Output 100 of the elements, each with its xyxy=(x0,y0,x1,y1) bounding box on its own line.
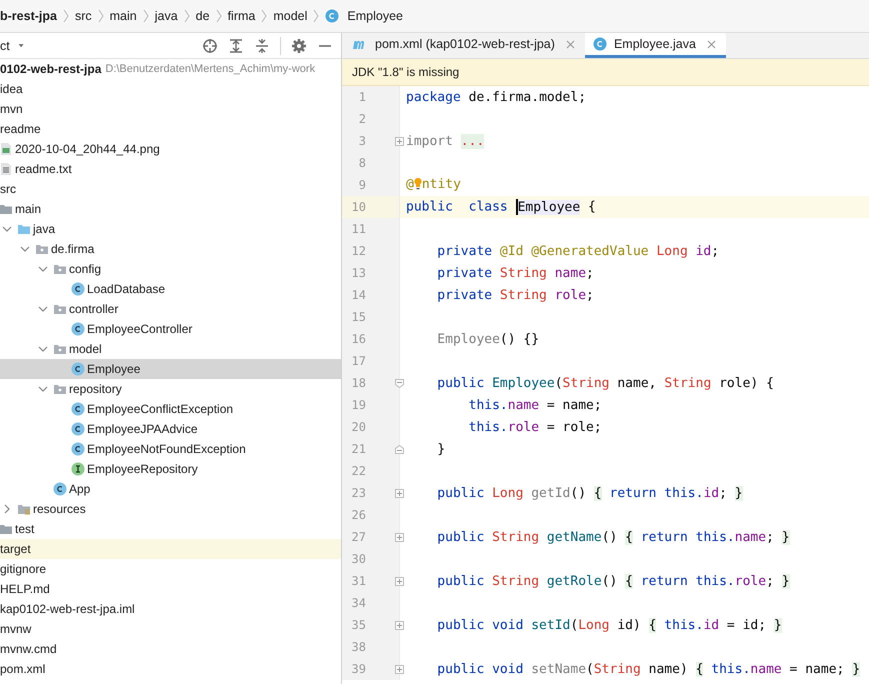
breadcrumb-item[interactable]: src xyxy=(74,9,92,23)
code-line: this.role = role; xyxy=(468,420,602,434)
tree-row[interactable]: mvnw.cmd xyxy=(0,639,341,659)
tree-item-label: EmployeeController xyxy=(87,322,192,336)
tree-row[interactable]: EmployeeController xyxy=(0,319,341,339)
tree-row[interactable]: readme.txt xyxy=(0,159,341,179)
breadcrumb-item[interactable]: java xyxy=(154,9,178,23)
tree-row[interactable]: main xyxy=(0,199,341,219)
source-folder-icon xyxy=(17,222,31,236)
tree-row[interactable]: HELP.md xyxy=(0,579,341,599)
tree-item-label: config xyxy=(69,262,102,276)
line-number: 8 xyxy=(358,156,366,170)
expand-all-icon[interactable] xyxy=(228,38,244,54)
line-number: 23 xyxy=(350,486,366,500)
tree-row[interactable]: pom.xml xyxy=(0,659,341,679)
chevron-down-icon[interactable] xyxy=(38,304,48,314)
tree-row[interactable]: EmployeeNotFoundException xyxy=(0,439,341,459)
fold-end-icon[interactable] xyxy=(395,444,404,454)
breadcrumb-item[interactable]: model xyxy=(273,9,308,23)
tree-row[interactable]: kap0102-web-rest-jpa.iml xyxy=(0,599,341,619)
breadcrumb-separator-icon xyxy=(62,9,69,23)
tree-item-label: EmployeeNotFoundException xyxy=(87,442,246,456)
tree-row[interactable]: test xyxy=(0,519,341,539)
project-path: D:\Benutzerdaten\Mertens_Achim\my-work xyxy=(105,63,316,75)
chevron-down-icon[interactable] xyxy=(38,384,48,394)
chevron-right-icon[interactable] xyxy=(2,504,12,514)
tree-row[interactable]: gitignore xyxy=(0,559,341,579)
collapse-all-icon[interactable] xyxy=(254,38,270,54)
tree-item-label: controller xyxy=(69,302,118,316)
crosshair-icon[interactable] xyxy=(202,38,218,54)
tree-row[interactable]: de.firma xyxy=(0,239,341,259)
close-icon[interactable] xyxy=(566,40,575,48)
tree-row[interactable]: LoadDatabase xyxy=(0,279,341,299)
tree-item-label: idea xyxy=(0,82,23,96)
breadcrumb-item[interactable]: Employee xyxy=(347,9,403,23)
interface-icon xyxy=(71,462,85,476)
code-line: public Employee(String name, String role) { xyxy=(436,376,774,390)
resource-folder-icon xyxy=(17,502,31,516)
class-icon xyxy=(71,322,85,336)
tree-row[interactable]: mvn xyxy=(0,99,341,119)
tree-row[interactable]: App xyxy=(0,479,341,499)
tree-row[interactable]: config xyxy=(0,259,341,279)
tree-row[interactable]: target xyxy=(0,539,341,559)
tree-row[interactable]: controller xyxy=(0,299,341,319)
close-icon[interactable] xyxy=(706,40,716,48)
editor-tab[interactable]: pom.xml (kap0102-web-rest-jpa) xyxy=(342,33,585,58)
line-number: 26 xyxy=(350,508,366,522)
fold-expand-icon[interactable] xyxy=(395,620,404,630)
tree-row[interactable]: repository xyxy=(0,379,341,399)
tree-item-label: model xyxy=(69,342,102,356)
chevron-down-icon[interactable] xyxy=(2,224,12,234)
fold-expand-icon[interactable] xyxy=(395,488,404,498)
settings-icon[interactable] xyxy=(291,38,307,54)
package-icon xyxy=(53,382,67,396)
code-line: package de.firma.model; xyxy=(406,90,586,104)
tree-item-label: mvnw.cmd xyxy=(0,642,57,656)
panel-title[interactable]: ct xyxy=(0,38,10,52)
class-icon xyxy=(71,442,85,456)
code-line: public class Employee { xyxy=(406,199,596,215)
tree-row[interactable]: src xyxy=(0,179,341,199)
fold-expand-icon[interactable] xyxy=(395,136,404,146)
fold-collapse-icon[interactable] xyxy=(395,378,404,388)
breadcrumb-separator-icon xyxy=(142,9,149,23)
tree-row[interactable]: EmployeeConflictException xyxy=(0,399,341,419)
editor-tab[interactable]: Employee.java xyxy=(584,33,726,58)
line-number: 22 xyxy=(350,464,366,478)
tree-row[interactable]: resources xyxy=(0,499,341,519)
breadcrumb-separator-icon xyxy=(216,9,222,23)
breadcrumb-item[interactable]: main xyxy=(110,9,137,23)
fold-expand-icon[interactable] xyxy=(395,532,404,542)
tree-item-label: test xyxy=(15,522,34,536)
fold-expand-icon[interactable] xyxy=(395,576,404,586)
tree-row[interactable]: java xyxy=(0,219,341,239)
tree-row[interactable]: 2020-10-04_20h44_44.png xyxy=(0,139,341,159)
tree-row[interactable]: idea xyxy=(0,79,341,99)
fold-expand-icon[interactable] xyxy=(395,664,404,674)
chevron-down-icon[interactable] xyxy=(20,244,30,254)
tree-item-label: LoadDatabase xyxy=(87,282,166,296)
tree-row[interactable]: mvnw xyxy=(0,619,341,639)
code-line: this.name = name; xyxy=(468,398,602,412)
tree-row[interactable]: Employee xyxy=(0,359,341,379)
tree-row[interactable]: model xyxy=(0,339,341,359)
tree-row[interactable]: 0102-web-rest-jpa D:\Benutzerdaten\Mertens_Achim\my-work xyxy=(0,59,341,79)
chevron-down-icon[interactable] xyxy=(38,264,48,274)
breadcrumb-separator-icon xyxy=(261,9,268,23)
class-icon xyxy=(592,37,607,51)
tree-item-label: 2020-10-04_20h44_44.png xyxy=(15,142,160,156)
breadcrumb-item[interactable]: b-rest-jpa xyxy=(0,9,57,23)
line-number: 11 xyxy=(350,222,366,236)
tree-item-label: src xyxy=(0,182,16,196)
breadcrumb-item[interactable]: firma xyxy=(228,9,256,23)
tree-row[interactable]: EmployeeRepository xyxy=(0,459,341,479)
tree-row[interactable]: EmployeeJPAAdvice xyxy=(0,419,341,439)
tree-row[interactable]: readme xyxy=(0,119,341,139)
tree-item-label: kap0102-web-rest-jpa.iml xyxy=(0,602,135,616)
chevron-down-icon[interactable] xyxy=(38,344,48,354)
tree-item-label: HELP.md xyxy=(0,582,50,596)
breadcrumb-item[interactable]: de xyxy=(196,9,210,23)
tree-item-label: EmployeeJPAAdvice xyxy=(87,422,198,436)
code-line: public void setId(Long id) { this.id = id; } xyxy=(436,618,782,632)
